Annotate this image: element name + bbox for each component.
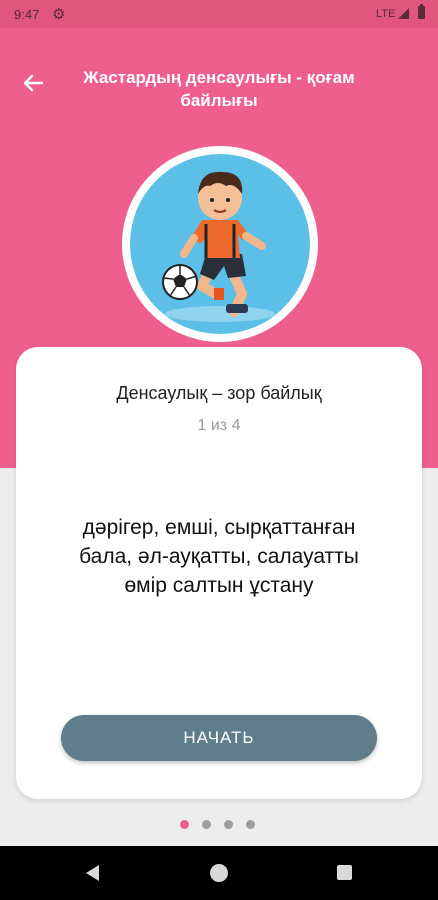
card-progress: 1 из 4 <box>197 417 241 434</box>
pager-dots <box>180 820 260 832</box>
pager-dot-4[interactable] <box>246 820 255 829</box>
network-type: LTE <box>376 8 396 20</box>
pager-dot-1[interactable] <box>180 820 189 829</box>
status-time: 9:47 <box>14 7 40 22</box>
pager-dot-2[interactable] <box>202 820 211 829</box>
pager-dot-3[interactable] <box>224 820 233 829</box>
page-title: Жастардың денсаулығы - қоғам байлығы <box>83 68 355 110</box>
card-title: Денсаулық – зор байлық <box>116 383 322 403</box>
gear-icon: ⚙ <box>52 6 66 23</box>
nav-back-icon[interactable] <box>86 865 99 881</box>
nav-home-icon[interactable] <box>210 864 228 882</box>
battery-icon <box>418 4 425 19</box>
illustration-svg <box>162 171 275 322</box>
signal-icon <box>398 8 409 19</box>
start-button[interactable]: НАЧАТЬ <box>61 715 377 761</box>
system-nav-bar <box>0 846 438 900</box>
status-bar: 9:47 ⚙ LTE <box>0 0 438 28</box>
arrow-left-icon[interactable] <box>20 72 46 98</box>
boy-playing-football-illustration <box>130 154 310 334</box>
card-body-text: дәрігер, емші, сырқаттанған бала, әл-ауқ… <box>79 516 359 597</box>
lesson-card: Денсаулық – зор байлық 1 из 4 дәрігер, е… <box>16 347 422 799</box>
arrow-left-icon-svg <box>23 74 44 92</box>
nav-recent-icon[interactable] <box>337 865 352 880</box>
